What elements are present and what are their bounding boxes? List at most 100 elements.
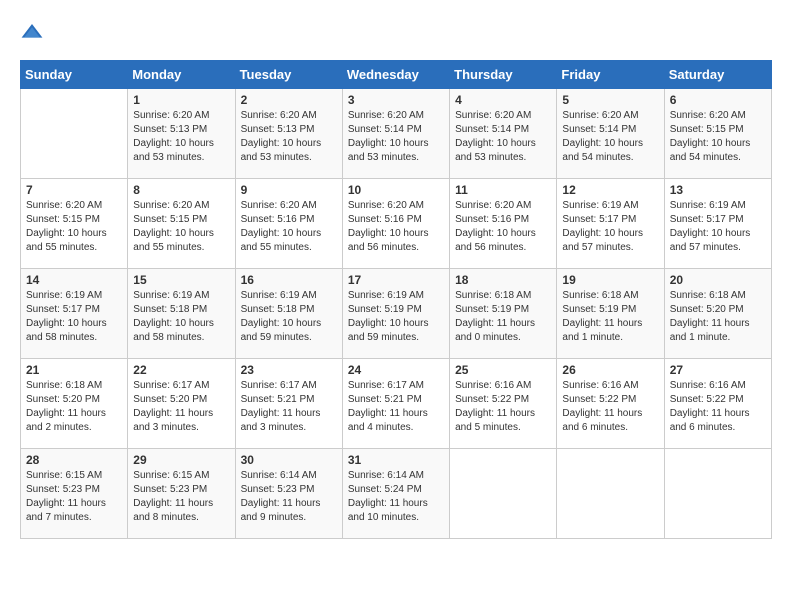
day-info: Sunrise: 6:19 AM Sunset: 5:17 PM Dayligh…	[670, 199, 766, 255]
calendar-cell	[557, 449, 664, 539]
day-info: Sunrise: 6:18 AM Sunset: 5:20 PM Dayligh…	[26, 379, 122, 435]
day-info: Sunrise: 6:20 AM Sunset: 5:15 PM Dayligh…	[26, 199, 122, 255]
header-day: Thursday	[450, 61, 557, 89]
day-info: Sunrise: 6:19 AM Sunset: 5:17 PM Dayligh…	[26, 289, 122, 345]
calendar-week-row: 14 Sunrise: 6:19 AM Sunset: 5:17 PM Dayli…	[21, 269, 772, 359]
calendar-cell: 9 Sunrise: 6:20 AM Sunset: 5:16 PM Daylig…	[235, 179, 342, 269]
day-info: Sunrise: 6:18 AM Sunset: 5:19 PM Dayligh…	[455, 289, 551, 345]
day-number: 2	[241, 93, 337, 107]
day-info: Sunrise: 6:15 AM Sunset: 5:23 PM Dayligh…	[133, 469, 229, 525]
calendar-cell: 18 Sunrise: 6:18 AM Sunset: 5:19 PM Dayli…	[450, 269, 557, 359]
calendar-cell: 6 Sunrise: 6:20 AM Sunset: 5:15 PM Daylig…	[664, 89, 771, 179]
day-info: Sunrise: 6:16 AM Sunset: 5:22 PM Dayligh…	[455, 379, 551, 435]
calendar-cell: 12 Sunrise: 6:19 AM Sunset: 5:17 PM Dayli…	[557, 179, 664, 269]
day-number: 17	[348, 273, 444, 287]
calendar-cell: 10Sunrise: 6:20 AM Sunset: 5:16 PM Dayli…	[342, 179, 449, 269]
calendar-week-row: 28 Sunrise: 6:15 AM Sunset: 5:23 PM Dayli…	[21, 449, 772, 539]
calendar-cell: 7 Sunrise: 6:20 AM Sunset: 5:15 PM Daylig…	[21, 179, 128, 269]
calendar-cell: 22 Sunrise: 6:17 AM Sunset: 5:20 PM Dayli…	[128, 359, 235, 449]
header-day: Friday	[557, 61, 664, 89]
day-info: Sunrise: 6:20 AM Sunset: 5:14 PM Dayligh…	[562, 109, 658, 165]
calendar-cell: 5 Sunrise: 6:20 AM Sunset: 5:14 PM Daylig…	[557, 89, 664, 179]
calendar-cell: 28 Sunrise: 6:15 AM Sunset: 5:23 PM Dayli…	[21, 449, 128, 539]
calendar-cell: 4 Sunrise: 6:20 AM Sunset: 5:14 PM Daylig…	[450, 89, 557, 179]
calendar-cell: 19 Sunrise: 6:18 AM Sunset: 5:19 PM Dayli…	[557, 269, 664, 359]
day-number: 28	[26, 453, 122, 467]
calendar-cell: 23 Sunrise: 6:17 AM Sunset: 5:21 PM Dayli…	[235, 359, 342, 449]
calendar-cell	[450, 449, 557, 539]
day-number: 1	[133, 93, 229, 107]
day-number: 4	[455, 93, 551, 107]
day-info: Sunrise: 6:18 AM Sunset: 5:19 PM Dayligh…	[562, 289, 658, 345]
day-info: Sunrise: 6:17 AM Sunset: 5:20 PM Dayligh…	[133, 379, 229, 435]
day-info: Sunrise: 6:20 AM Sunset: 5:15 PM Dayligh…	[670, 109, 766, 165]
calendar-cell: 31 Sunrise: 6:14 AM Sunset: 5:24 PM Dayli…	[342, 449, 449, 539]
logo	[20, 20, 48, 44]
calendar-cell: 8Sunrise: 6:20 AM Sunset: 5:15 PM Daylig…	[128, 179, 235, 269]
day-number: 30	[241, 453, 337, 467]
day-number: 14	[26, 273, 122, 287]
day-info: Sunrise: 6:16 AM Sunset: 5:22 PM Dayligh…	[670, 379, 766, 435]
day-info: Sunrise: 6:17 AM Sunset: 5:21 PM Dayligh…	[348, 379, 444, 435]
day-number: 11	[455, 183, 551, 197]
header-day: Monday	[128, 61, 235, 89]
calendar-cell: 20 Sunrise: 6:18 AM Sunset: 5:20 PM Dayli…	[664, 269, 771, 359]
day-info: Sunrise: 6:20 AM Sunset: 5:14 PM Dayligh…	[455, 109, 551, 165]
calendar-cell: 21Sunrise: 6:18 AM Sunset: 5:20 PM Dayli…	[21, 359, 128, 449]
calendar-cell: 30 Sunrise: 6:14 AM Sunset: 5:23 PM Dayli…	[235, 449, 342, 539]
day-number: 9	[241, 183, 337, 197]
day-info: Sunrise: 6:20 AM Sunset: 5:16 PM Dayligh…	[241, 199, 337, 255]
day-number: 18	[455, 273, 551, 287]
calendar-cell: 17Sunrise: 6:19 AM Sunset: 5:19 PM Dayli…	[342, 269, 449, 359]
calendar-cell: 3 Sunrise: 6:20 AM Sunset: 5:14 PM Daylig…	[342, 89, 449, 179]
day-number: 13	[670, 183, 766, 197]
calendar-week-row: 21Sunrise: 6:18 AM Sunset: 5:20 PM Dayli…	[21, 359, 772, 449]
day-number: 22	[133, 363, 229, 377]
day-info: Sunrise: 6:20 AM Sunset: 5:16 PM Dayligh…	[348, 199, 444, 255]
day-info: Sunrise: 6:15 AM Sunset: 5:23 PM Dayligh…	[26, 469, 122, 525]
day-info: Sunrise: 6:20 AM Sunset: 5:13 PM Dayligh…	[133, 109, 229, 165]
day-number: 26	[562, 363, 658, 377]
day-number: 16	[241, 273, 337, 287]
calendar-cell: 2 Sunrise: 6:20 AM Sunset: 5:13 PM Daylig…	[235, 89, 342, 179]
day-number: 29	[133, 453, 229, 467]
day-number: 12	[562, 183, 658, 197]
logo-icon	[20, 20, 44, 44]
day-number: 5	[562, 93, 658, 107]
header-row: SundayMondayTuesdayWednesdayThursdayFrid…	[21, 61, 772, 89]
day-number: 27	[670, 363, 766, 377]
calendar-cell: 11 Sunrise: 6:20 AM Sunset: 5:16 PM Dayli…	[450, 179, 557, 269]
day-number: 7	[26, 183, 122, 197]
calendar-week-row: 1 Sunrise: 6:20 AM Sunset: 5:13 PM Daylig…	[21, 89, 772, 179]
day-info: Sunrise: 6:18 AM Sunset: 5:20 PM Dayligh…	[670, 289, 766, 345]
day-info: Sunrise: 6:16 AM Sunset: 5:22 PM Dayligh…	[562, 379, 658, 435]
header-day: Wednesday	[342, 61, 449, 89]
day-info: Sunrise: 6:14 AM Sunset: 5:24 PM Dayligh…	[348, 469, 444, 525]
day-number: 23	[241, 363, 337, 377]
day-number: 19	[562, 273, 658, 287]
day-info: Sunrise: 6:19 AM Sunset: 5:18 PM Dayligh…	[133, 289, 229, 345]
calendar-table: SundayMondayTuesdayWednesdayThursdayFrid…	[20, 60, 772, 539]
day-info: Sunrise: 6:14 AM Sunset: 5:23 PM Dayligh…	[241, 469, 337, 525]
day-info: Sunrise: 6:19 AM Sunset: 5:17 PM Dayligh…	[562, 199, 658, 255]
day-info: Sunrise: 6:20 AM Sunset: 5:16 PM Dayligh…	[455, 199, 551, 255]
calendar-cell	[21, 89, 128, 179]
calendar-cell: 15Sunrise: 6:19 AM Sunset: 5:18 PM Dayli…	[128, 269, 235, 359]
page-header	[20, 20, 772, 44]
calendar-cell: 27 Sunrise: 6:16 AM Sunset: 5:22 PM Dayli…	[664, 359, 771, 449]
header-day: Saturday	[664, 61, 771, 89]
header-day: Tuesday	[235, 61, 342, 89]
day-info: Sunrise: 6:17 AM Sunset: 5:21 PM Dayligh…	[241, 379, 337, 435]
day-info: Sunrise: 6:20 AM Sunset: 5:13 PM Dayligh…	[241, 109, 337, 165]
calendar-cell: 25Sunrise: 6:16 AM Sunset: 5:22 PM Dayli…	[450, 359, 557, 449]
calendar-cell: 16 Sunrise: 6:19 AM Sunset: 5:18 PM Dayli…	[235, 269, 342, 359]
day-number: 8	[133, 183, 229, 197]
day-number: 20	[670, 273, 766, 287]
day-info: Sunrise: 6:20 AM Sunset: 5:14 PM Dayligh…	[348, 109, 444, 165]
day-number: 31	[348, 453, 444, 467]
calendar-cell: 1 Sunrise: 6:20 AM Sunset: 5:13 PM Daylig…	[128, 89, 235, 179]
day-number: 3	[348, 93, 444, 107]
day-info: Sunrise: 6:19 AM Sunset: 5:18 PM Dayligh…	[241, 289, 337, 345]
calendar-cell: 13 Sunrise: 6:19 AM Sunset: 5:17 PM Dayli…	[664, 179, 771, 269]
day-number: 6	[670, 93, 766, 107]
